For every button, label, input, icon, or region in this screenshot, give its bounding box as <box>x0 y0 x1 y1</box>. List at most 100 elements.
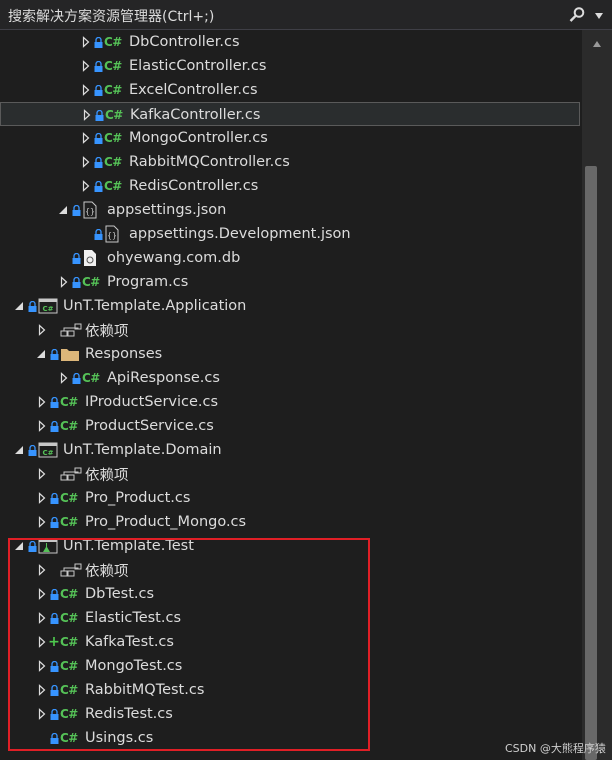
tree-item[interactable]: 依赖项 <box>0 558 580 582</box>
tree-item[interactable]: {} appsettings.Development.json <box>0 222 580 246</box>
tree-item[interactable]: C# Pro_Product_Mongo.cs <box>0 510 580 534</box>
tree-item-label: Responses <box>85 346 163 362</box>
csharp-file-icon: C# <box>104 155 122 169</box>
tree-item[interactable]: C# ProductService.cs <box>0 414 580 438</box>
csharp-file-icon: C# <box>60 395 78 409</box>
tree-item[interactable]: C# MongoController.cs <box>0 126 580 150</box>
tree-item[interactable]: {} appsettings.json <box>0 198 580 222</box>
source-control-lock-icon <box>49 702 59 726</box>
vertical-scrollbar[interactable] <box>582 30 612 760</box>
tree-item[interactable]: C# IProductService.cs <box>0 390 580 414</box>
csharp-file-icon: C# <box>60 515 78 529</box>
svg-text:{}: {} <box>107 231 117 240</box>
tree-item-label: Pro_Product.cs <box>85 490 191 506</box>
collapsed-arrow-icon[interactable] <box>36 318 48 342</box>
solution-explorer-search[interactable]: 搜索解决方案资源管理器(Ctrl+;) <box>0 0 612 30</box>
search-options-dropdown-icon[interactable] <box>594 9 604 25</box>
tree-item-label: Program.cs <box>107 274 189 290</box>
collapsed-arrow-icon[interactable] <box>36 558 48 582</box>
expanded-arrow-icon[interactable] <box>13 438 25 462</box>
collapsed-arrow-icon[interactable] <box>36 606 48 630</box>
collapsed-arrow-icon[interactable] <box>36 510 48 534</box>
tree-item-label: RedisTest.cs <box>85 706 173 722</box>
dependencies-icon <box>60 558 82 582</box>
csharp-file-icon: C# <box>104 59 122 73</box>
tree-item[interactable]: C# ExcelController.cs <box>0 78 580 102</box>
expanded-arrow-icon[interactable] <box>35 342 47 366</box>
csharp-file-icon: C# <box>60 707 78 721</box>
source-control-lock-icon <box>27 438 37 462</box>
collapsed-arrow-icon[interactable] <box>36 414 48 438</box>
source-control-lock-icon <box>49 486 59 510</box>
scroll-up-icon[interactable] <box>592 36 602 52</box>
collapsed-arrow-icon[interactable] <box>58 366 70 390</box>
source-control-lock-icon <box>93 126 103 150</box>
tree-item-label: UnT.Template.Application <box>63 298 247 314</box>
collapsed-arrow-icon[interactable] <box>36 582 48 606</box>
source-control-lock-icon <box>71 246 81 270</box>
source-control-lock-icon <box>49 726 59 750</box>
source-control-lock-icon <box>71 198 81 222</box>
csharp-file-icon: C# <box>105 108 123 122</box>
collapsed-arrow-icon[interactable] <box>80 30 92 54</box>
tree-item[interactable]: C# MongoTest.cs <box>0 654 580 678</box>
tree-item-label: 依赖项 <box>85 563 129 580</box>
collapsed-arrow-icon[interactable] <box>80 150 92 174</box>
tree-item[interactable]: 依赖项 <box>0 318 580 342</box>
collapsed-arrow-icon[interactable] <box>36 678 48 702</box>
tree-item[interactable]: C# ElasticController.cs <box>0 54 580 78</box>
collapsed-arrow-icon[interactable] <box>80 126 92 150</box>
collapsed-arrow-icon[interactable] <box>36 630 48 654</box>
tree-item[interactable]: + C# KafkaTest.cs <box>0 630 580 654</box>
tree-item[interactable]: C# Pro_Product.cs <box>0 486 580 510</box>
collapsed-arrow-icon[interactable] <box>36 486 48 510</box>
tree-item-label: KafkaController.cs <box>130 107 261 123</box>
tree-item[interactable]: C# RabbitMQController.cs <box>0 150 580 174</box>
expanded-arrow-icon[interactable] <box>13 534 25 558</box>
source-control-lock-icon <box>93 150 103 174</box>
collapsed-arrow-icon[interactable] <box>80 54 92 78</box>
collapsed-arrow-icon[interactable] <box>80 174 92 198</box>
tree-item-label: appsettings.Development.json <box>129 226 351 242</box>
collapsed-arrow-icon[interactable] <box>80 78 92 102</box>
tree-item-label: appsettings.json <box>107 202 227 218</box>
tree-item[interactable]: ohyewang.com.db <box>0 246 580 270</box>
source-control-added-icon: + <box>48 634 60 650</box>
collapsed-arrow-icon[interactable] <box>58 270 70 294</box>
tree-item[interactable]: C# DbController.cs <box>0 30 580 54</box>
source-control-lock-icon <box>49 582 59 606</box>
collapsed-arrow-icon[interactable] <box>36 390 48 414</box>
tree-item[interactable]: Responses <box>0 342 580 366</box>
dependencies-icon <box>60 318 82 342</box>
tree-item[interactable]: C# DbTest.cs <box>0 582 580 606</box>
collapsed-arrow-icon[interactable] <box>36 702 48 726</box>
source-control-lock-icon <box>93 54 103 78</box>
collapsed-arrow-icon[interactable] <box>36 654 48 678</box>
tree-item-label: DbTest.cs <box>85 586 155 602</box>
csharp-file-icon: C# <box>82 275 100 289</box>
expanded-arrow-icon[interactable] <box>13 294 25 318</box>
csharp-file-icon: C# <box>60 611 78 625</box>
tree-item[interactable]: C# RabbitMQTest.cs <box>0 678 580 702</box>
scrollbar-thumb[interactable] <box>585 166 597 760</box>
tree-item[interactable]: UnT.Template.Test <box>0 534 580 558</box>
expanded-arrow-icon[interactable] <box>57 198 69 222</box>
tree-item[interactable]: C# RedisTest.cs <box>0 702 580 726</box>
tree-item[interactable]: C# UnT.Template.Domain <box>0 438 580 462</box>
tree-item[interactable]: C# Usings.cs <box>0 726 580 750</box>
tree-item[interactable]: C# KafkaController.cs <box>0 102 580 126</box>
csharp-file-icon: C# <box>60 731 78 745</box>
search-icon[interactable] <box>568 6 586 28</box>
tree-item[interactable]: C# RedisController.cs <box>0 174 580 198</box>
tree-item[interactable]: C# UnT.Template.Application <box>0 294 580 318</box>
collapsed-arrow-icon[interactable] <box>36 462 48 486</box>
tree-item-label: ElasticController.cs <box>129 58 267 74</box>
collapsed-arrow-icon[interactable] <box>81 103 93 127</box>
tree-item-label: MongoController.cs <box>129 130 268 146</box>
tree-item[interactable]: C# Program.cs <box>0 270 580 294</box>
tree-item[interactable]: 依赖项 <box>0 462 580 486</box>
tree-item-label: Usings.cs <box>85 730 154 746</box>
tree-item[interactable]: C# ApiResponse.cs <box>0 366 580 390</box>
tree-item[interactable]: C# ElasticTest.cs <box>0 606 580 630</box>
search-input[interactable]: 搜索解决方案资源管理器(Ctrl+;) <box>8 6 214 26</box>
